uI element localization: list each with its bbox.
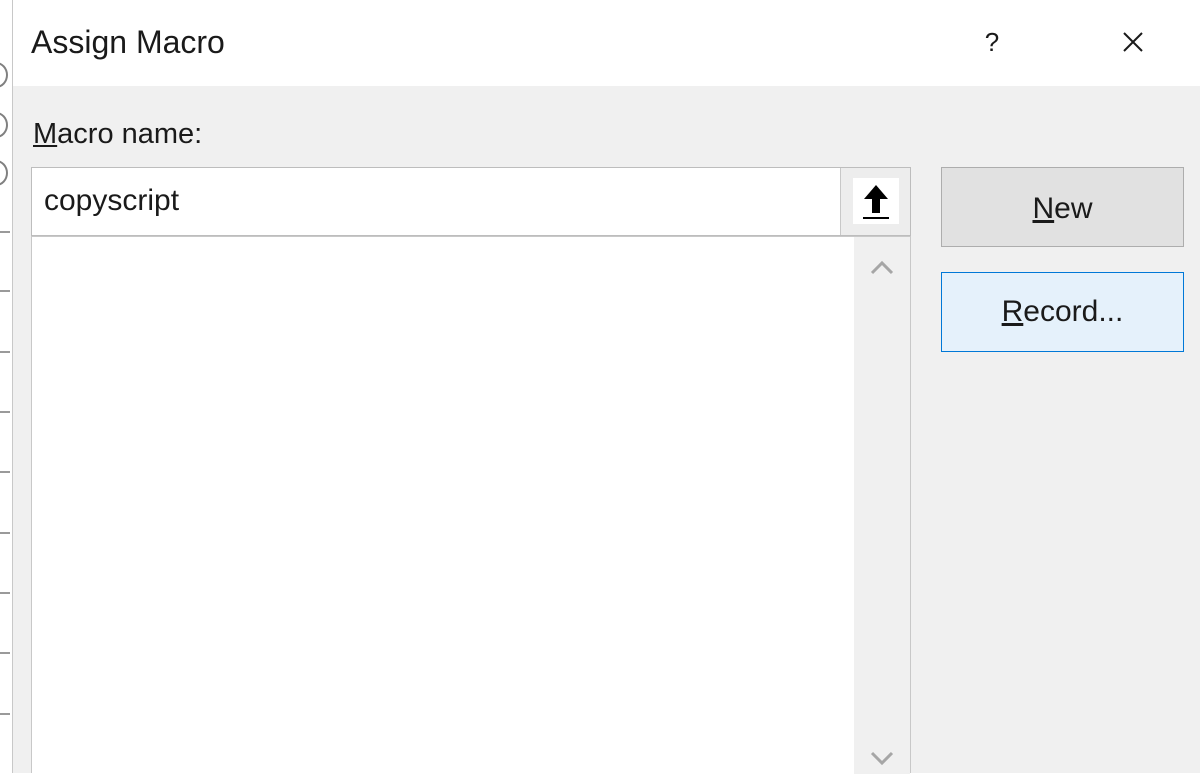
close-icon <box>1123 32 1143 52</box>
assign-macro-dialog: Assign Macro ? Macro name: copyscript Ne… <box>12 0 1200 774</box>
background-spreadsheet-edge <box>0 0 12 773</box>
chevron-up-icon[interactable] <box>870 257 894 277</box>
new-button[interactable]: New <box>941 167 1184 247</box>
dialog-titlebar: Assign Macro ? <box>13 0 1200 86</box>
macro-list-scrollbar[interactable] <box>854 237 910 774</box>
close-button[interactable] <box>1113 20 1153 64</box>
collapse-dialog-button[interactable] <box>840 168 910 235</box>
macro-name-label: Macro name: <box>33 118 203 150</box>
macro-list[interactable] <box>31 236 911 774</box>
help-icon: ? <box>984 27 1000 57</box>
dialog-title: Assign Macro <box>31 24 225 60</box>
background-shape <box>0 112 8 138</box>
help-button[interactable]: ? <box>979 22 1005 62</box>
collapse-dialog-arrow-icon <box>863 185 889 219</box>
background-shape <box>0 160 8 186</box>
macro-list-items <box>38 243 854 774</box>
record-button[interactable]: Record... <box>941 272 1184 352</box>
macro-name-input[interactable]: copyscript <box>31 167 911 236</box>
background-shape <box>0 62 8 88</box>
macro-name-value: copyscript <box>44 184 180 217</box>
chevron-down-icon[interactable] <box>870 749 894 769</box>
